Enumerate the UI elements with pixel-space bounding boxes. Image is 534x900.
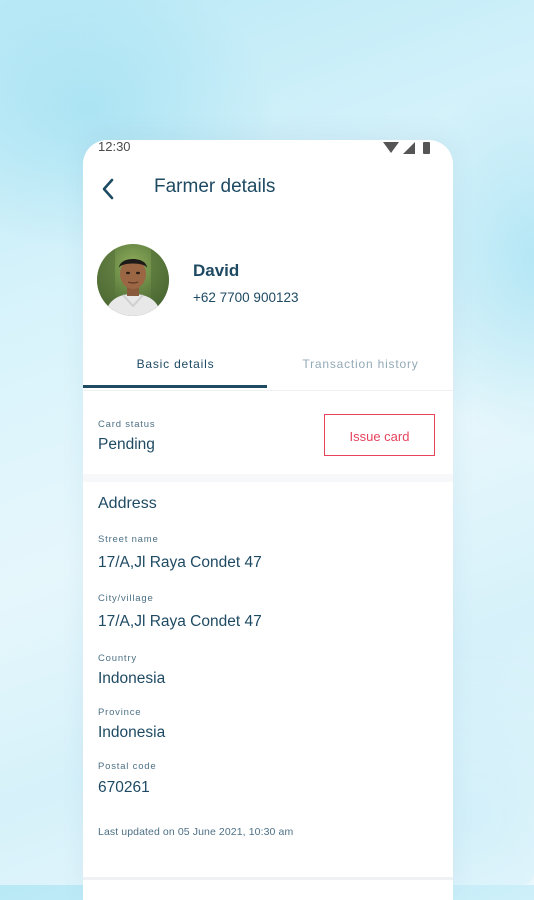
address-heading: Address [98, 495, 157, 512]
wifi-icon [383, 142, 399, 153]
app-bar: Farmer details [83, 170, 453, 210]
city-village-value: 17/A,Jl Raya Condet 47 [98, 613, 262, 630]
issue-card-button[interactable]: Issue card [324, 414, 435, 456]
street-name-label: Street name [98, 534, 159, 545]
signal-icon [403, 142, 415, 154]
card-status-section: Card status Pending Issue card [83, 390, 453, 474]
page-title: Farmer details [154, 176, 276, 197]
card-status-value: Pending [98, 436, 155, 453]
tab-transaction-history[interactable]: Transaction history [268, 346, 453, 388]
section-divider [83, 474, 453, 482]
farmer-name: David [193, 261, 240, 280]
bottom-divider [83, 877, 453, 880]
status-icons [383, 142, 435, 154]
country-label: Country [98, 653, 137, 664]
country-value: Indonesia [98, 670, 166, 687]
city-village-label: City/village [98, 593, 154, 604]
postal-code-value: 670261 [98, 779, 150, 796]
battery-icon [423, 142, 430, 154]
card-status-label: Card status [98, 419, 156, 430]
farmer-phone: +62 7700 900123 [193, 290, 299, 305]
last-updated-text: Last updated on 05 June 2021, 10:30 am [98, 826, 294, 838]
farmer-profile: David +62 7700 900123 [83, 240, 453, 320]
phone-screen: 12:30 Farmer details David +62 7700 9001… [83, 140, 453, 900]
street-name-value: 17/A,Jl Raya Condet 47 [98, 554, 262, 571]
province-value: Indonesia [98, 724, 166, 741]
status-bar: 12:30 [83, 140, 453, 156]
avatar [97, 244, 169, 316]
tab-basic-details[interactable]: Basic details [83, 346, 268, 388]
province-label: Province [98, 707, 142, 718]
back-chevron-icon[interactable] [99, 176, 119, 202]
active-tab-indicator [83, 385, 267, 388]
postal-code-label: Postal code [98, 761, 157, 772]
status-time: 12:30 [98, 140, 131, 154]
